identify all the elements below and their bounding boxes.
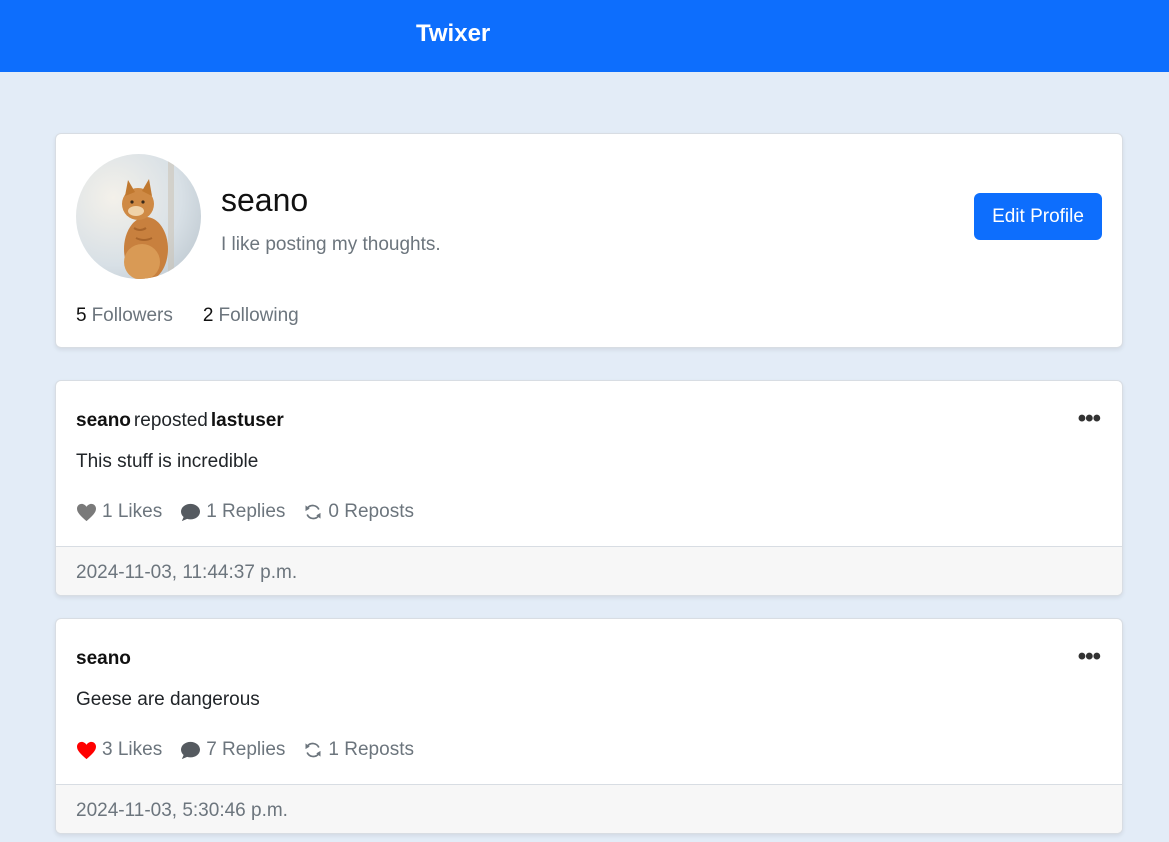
post-card: seano ••• Geese are dangerous 3 Likes 7 …: [55, 618, 1123, 834]
followers-label: Followers: [91, 305, 173, 326]
like-button[interactable]: 3 Likes: [76, 738, 162, 762]
repost-icon: [305, 504, 321, 520]
post-actions: 1 Likes 1 Replies 0 Reposts: [76, 500, 414, 524]
reply-count: 7 Replies: [206, 739, 286, 760]
heart-icon: [77, 741, 96, 759]
profile-card: seano I like posting my thoughts. Edit P…: [55, 133, 1123, 348]
followers-link[interactable]: 5 Followers: [76, 304, 173, 328]
post-author[interactable]: seano: [76, 648, 131, 669]
repost-label: reposted: [133, 410, 208, 431]
post-author[interactable]: seano: [76, 410, 131, 431]
like-count: 1 Likes: [102, 501, 163, 522]
post-timestamp: 2024-11-03, 11:44:37 p.m.: [56, 546, 1122, 595]
ellipsis-icon[interactable]: •••: [1078, 407, 1101, 431]
profile-stats: 5 Followers 2 Following: [76, 304, 299, 328]
brand-logo-text[interactable]: Twixer: [416, 18, 490, 50]
post-actions: 3 Likes 7 Replies 1 Reposts: [76, 738, 414, 762]
reply-button[interactable]: 7 Replies: [180, 738, 285, 762]
avatar: [76, 154, 201, 279]
post-header: seano: [76, 647, 131, 671]
post-header: seano reposted lastuser: [76, 409, 284, 433]
repost-button[interactable]: 1 Reposts: [303, 738, 414, 762]
comment-icon: [181, 503, 201, 521]
repost-icon: [305, 742, 321, 758]
reply-button[interactable]: 1 Replies: [180, 500, 285, 524]
post-timestamp: 2024-11-03, 5:30:46 p.m.: [56, 784, 1122, 833]
ellipsis-icon[interactable]: •••: [1078, 645, 1101, 669]
original-author[interactable]: lastuser: [211, 410, 284, 431]
top-navbar: Twixer: [0, 0, 1169, 72]
following-label: Following: [218, 305, 299, 326]
post-text: Geese are dangerous: [76, 689, 260, 710]
following-count: 2: [202, 305, 214, 326]
heart-icon: [77, 503, 96, 521]
repost-button[interactable]: 0 Reposts: [303, 500, 414, 524]
following-link[interactable]: 2 Following: [203, 304, 299, 328]
post-card: seano reposted lastuser ••• This stuff is …: [55, 380, 1123, 596]
profile-username: seano: [221, 182, 309, 218]
reply-count: 1 Replies: [206, 501, 286, 522]
like-count: 3 Likes: [102, 739, 163, 760]
repost-count: 0 Reposts: [328, 501, 414, 522]
edit-profile-button[interactable]: Edit Profile: [974, 193, 1102, 240]
post-text: This stuff is incredible: [76, 451, 259, 472]
comment-icon: [181, 741, 201, 759]
profile-bio: I like posting my thoughts.: [221, 234, 441, 255]
repost-count: 1 Reposts: [328, 739, 414, 760]
like-button[interactable]: 1 Likes: [76, 500, 162, 524]
followers-count: 5: [76, 305, 87, 326]
